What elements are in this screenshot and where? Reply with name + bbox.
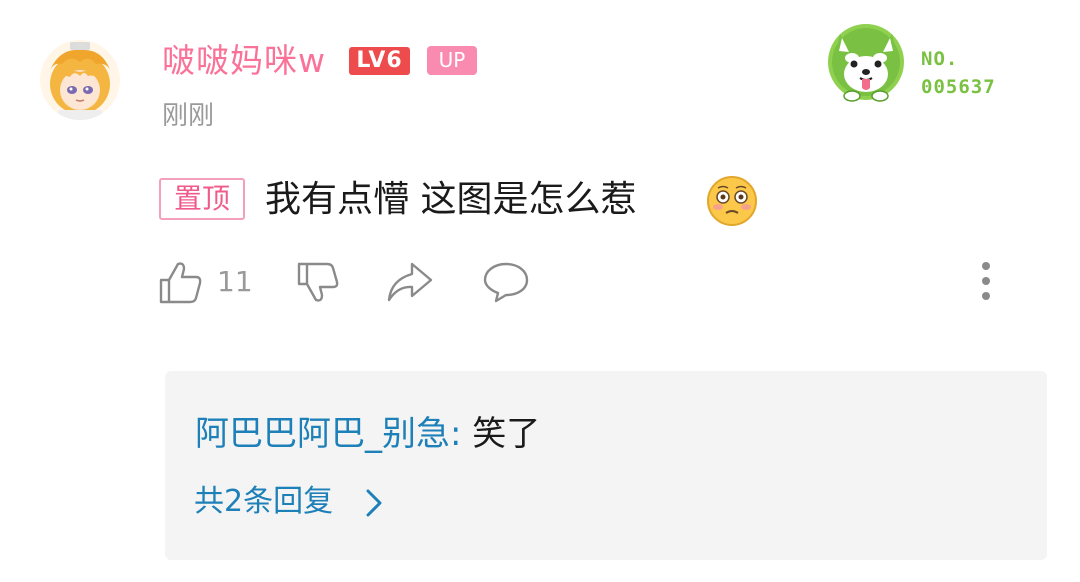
view-all-replies-link[interactable]: 共2条回复 (194, 482, 333, 522)
dizzy-face-emoji-icon (707, 176, 757, 226)
level-badge: LV6 (349, 47, 410, 75)
reply-author[interactable]: 阿巴巴阿巴_别急 (195, 414, 450, 454)
thumbs-up-icon[interactable] (158, 260, 204, 304)
up-badge: UP (427, 46, 477, 75)
thumbs-down-icon[interactable] (296, 260, 340, 304)
share-icon[interactable] (386, 260, 434, 304)
more-vertical-icon[interactable] (972, 260, 1000, 304)
replies-preview[interactable] (165, 371, 1047, 560)
fan-number: 005637 (921, 76, 996, 98)
chevron-right-icon[interactable] (362, 487, 386, 519)
username[interactable]: 啵啵妈咪w (162, 39, 326, 83)
reply-text: 笑了 (472, 414, 541, 454)
fan-number-label: NO. (921, 48, 959, 70)
like-count: 11 (217, 265, 253, 298)
avatar[interactable] (40, 40, 120, 120)
reply-item[interactable]: 阿巴巴阿巴_别急: 笑了 (195, 411, 540, 457)
reply-separator: : (450, 414, 473, 454)
pinned-tag: 置顶 (159, 178, 245, 220)
timestamp: 刚刚 (162, 101, 215, 131)
reply-bubble-icon[interactable] (482, 260, 530, 304)
fan-badge-shiba-icon[interactable] (822, 22, 914, 104)
comment-card: 啵啵妈咪w LV6 UP 刚刚 NO. 005637 置顶 我有点懵 这图是怎么… (0, 0, 1080, 582)
comment-text: 我有点懵 这图是怎么惹 (265, 179, 637, 220)
